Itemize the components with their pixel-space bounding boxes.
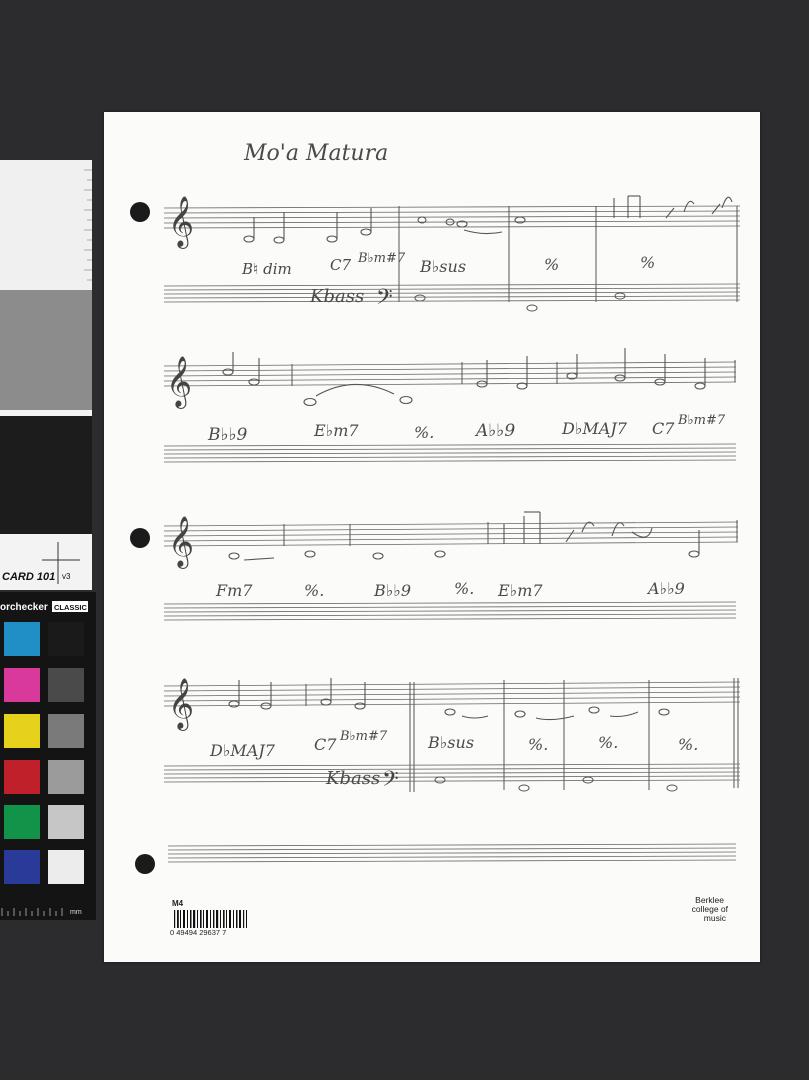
swatch-white (48, 850, 84, 884)
empty-staff (163, 601, 737, 621)
system-4: 𝄞 D♭MAJ7 C7 B♭m#7 B♭sus %. %. %. Kbass 𝄢 (163, 678, 741, 797)
swatch-black (48, 622, 84, 656)
edition-label: CLASSIC (54, 603, 88, 612)
melody-notes (243, 195, 733, 244)
swatch-red (4, 760, 40, 794)
swatch-gray-3 (48, 760, 84, 794)
chord-symbol: D♭MAJ7 (561, 419, 628, 438)
swatch-gray-4 (48, 805, 84, 839)
swatch-gray-2 (48, 714, 84, 748)
chord-symbol: Fm7 (215, 581, 253, 600)
repeat-sign: % (544, 255, 559, 274)
bass-notes (434, 776, 678, 792)
swatch-blue (4, 622, 40, 656)
publisher-logo-line3: music (704, 913, 727, 923)
chord-symbol: B♮ dim (241, 260, 292, 278)
bass-staff (163, 283, 741, 303)
card-version: v3 (62, 572, 71, 581)
empty-staff (167, 843, 737, 863)
chord-symbol: D♭MAJ7 (209, 741, 276, 760)
treble-staff (163, 361, 737, 387)
treble-clef-icon: 𝄞 (168, 678, 194, 731)
paper-code: M4 (172, 899, 184, 908)
repeat-sign: %. (528, 735, 548, 754)
chord-symbol: C7 (314, 735, 337, 754)
repeat-sign: %. (304, 581, 324, 600)
gray-band-light (0, 160, 92, 290)
melody-notes (228, 511, 700, 561)
barcode-number: 0 49494 29637 7 (170, 928, 226, 937)
treble-clef-icon: 𝄞 (168, 516, 194, 569)
manuscript-sheet: Mo'a Matura 𝄞 B♮ dim C7 B♭m#7 B♭sus % % … (104, 112, 760, 962)
color-checker-card: CARD 101 v3 orchecker CLASSIC mm (0, 160, 96, 920)
bass-staff (163, 763, 741, 783)
swatch-green (4, 805, 40, 839)
repeat-sign: %. (598, 733, 618, 752)
punch-hole (130, 528, 150, 548)
punch-hole (130, 202, 150, 222)
chord-symbol: B♭m#7 (357, 251, 406, 266)
swatch-gray-1 (48, 668, 84, 702)
empty-staff (163, 443, 737, 463)
chord-symbol: B♭m#7 (677, 413, 726, 428)
system-2: 𝄞 B♭♭9 E♭m7 %. A♭♭9 D♭MAJ7 C7 B♭m#7 (163, 348, 737, 463)
barcode (174, 910, 247, 928)
brand-label: orchecker (0, 602, 48, 613)
repeat-sign: %. (414, 423, 434, 442)
bass-label: Kbass (325, 768, 380, 789)
system-1: 𝄞 B♮ dim C7 B♭m#7 B♭sus % % Kbass 𝄢 (163, 195, 741, 315)
repeat-sign: %. (454, 579, 474, 598)
gray-band-mid (0, 290, 92, 410)
chord-symbol: A♭♭9 (646, 579, 685, 598)
chord-symbol: B♭♭9 (207, 425, 248, 445)
treble-staff (163, 521, 739, 547)
repeat-sign: %. (678, 735, 698, 754)
chord-symbol: B♭m#7 (339, 729, 388, 744)
bass-clef-icon: 𝄢 (382, 767, 399, 797)
swatch-navy (4, 850, 40, 884)
barlines (398, 206, 738, 302)
ruler-unit: mm (70, 909, 82, 916)
chord-symbol: A♭♭9 (474, 421, 515, 441)
swatch-magenta (4, 668, 40, 702)
melody-notes (222, 348, 706, 407)
gray-band-dark (0, 416, 92, 534)
swatch-yellow (4, 714, 40, 748)
chord-symbol: B♭sus (419, 257, 466, 276)
bass-clef-icon: 𝄢 (376, 285, 393, 315)
chord-symbol: E♭m7 (497, 581, 543, 600)
treble-clef-icon: 𝄞 (166, 356, 192, 409)
chord-symbol: B♭sus (427, 733, 474, 752)
song-title: Mo'a Matura (243, 141, 388, 166)
bass-notes (414, 292, 626, 312)
system-3: 𝄞 Fm7 %. B♭♭9 %. E♭m7 A♭♭9 (163, 511, 739, 621)
repeat-sign: % (640, 253, 655, 272)
bass-label: Kbass (309, 286, 364, 307)
treble-staff (163, 681, 741, 707)
punch-hole (135, 854, 155, 874)
card-label: CARD 101 (2, 571, 55, 583)
chord-symbol: E♭m7 (313, 421, 359, 440)
chord-symbol: C7 (652, 419, 675, 438)
chord-symbol: C7 (330, 256, 351, 274)
chord-symbol: B♭♭9 (373, 581, 411, 600)
treble-clef-icon: 𝄞 (168, 196, 194, 249)
